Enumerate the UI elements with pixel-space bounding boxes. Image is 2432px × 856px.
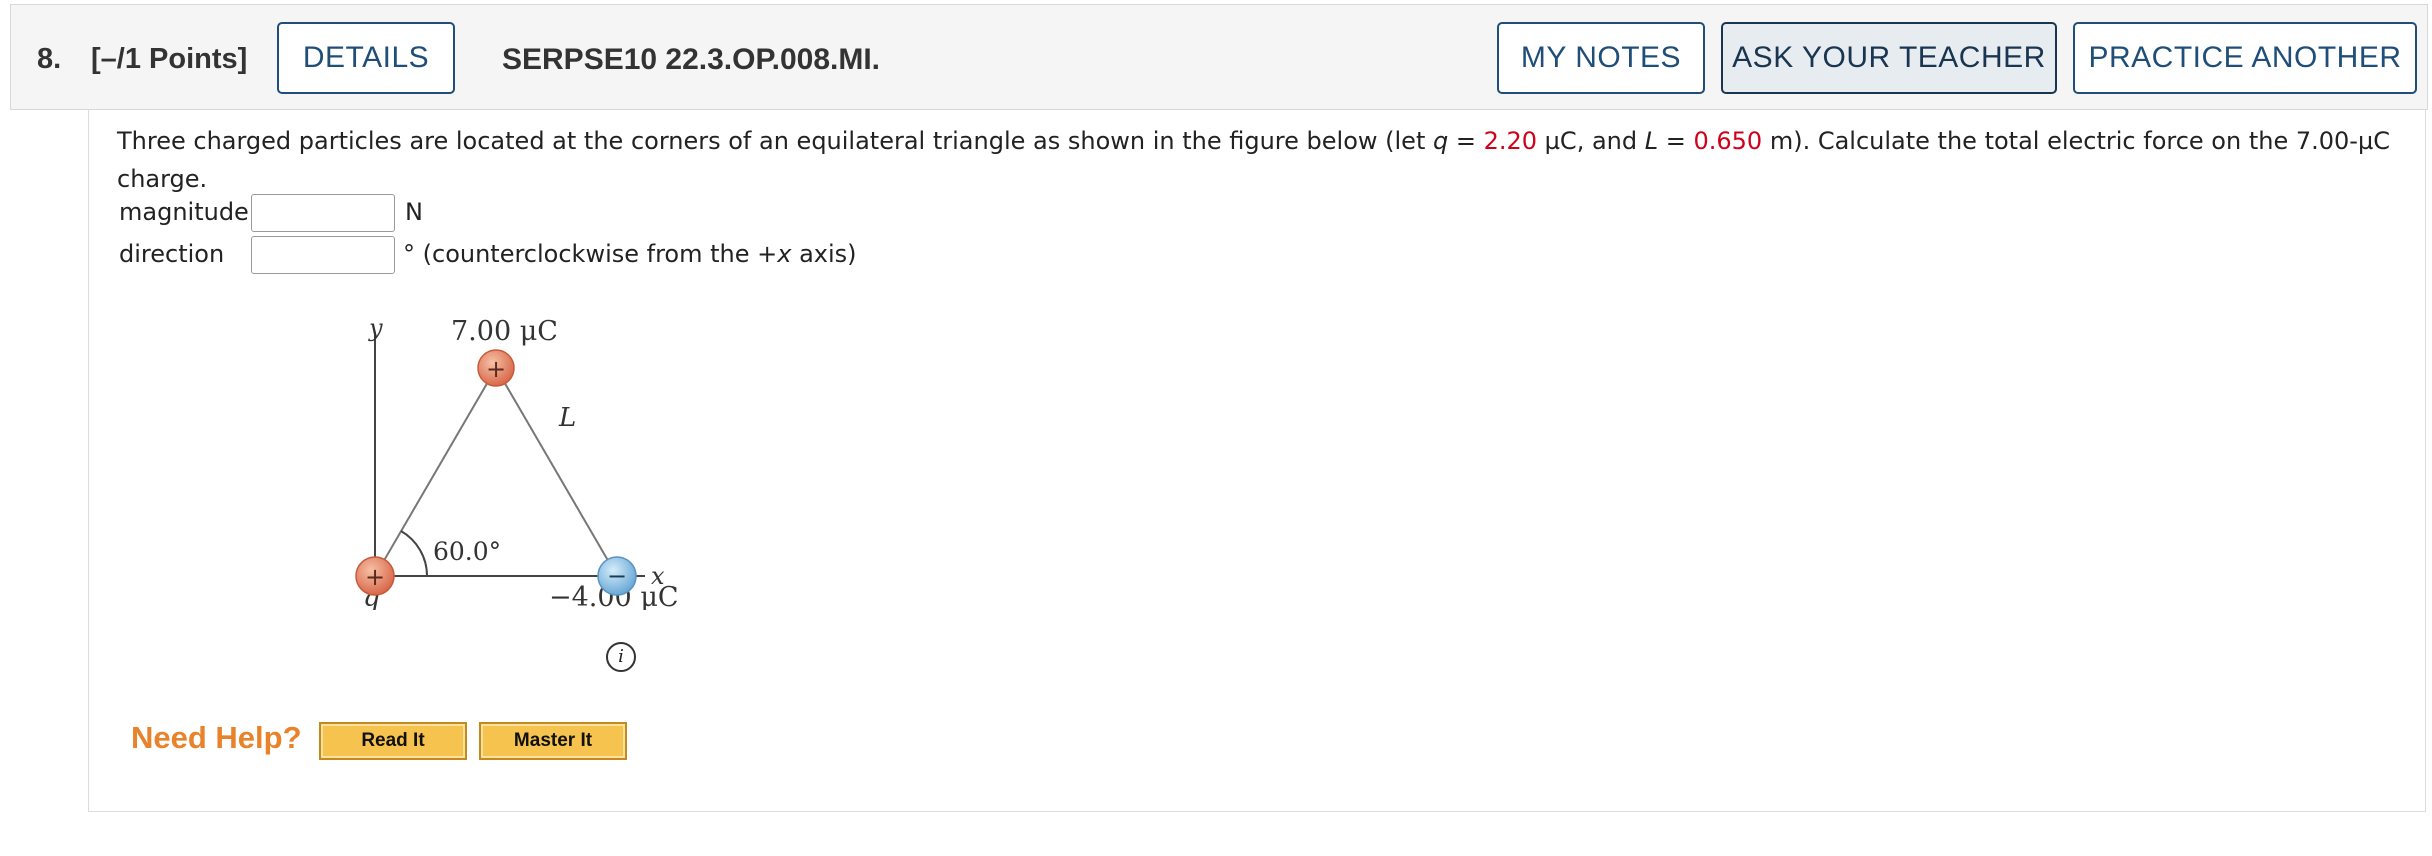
top-charge-label: 7.00 μC [451,316,558,347]
practice-another-button[interactable]: PRACTICE ANOTHER [2073,22,2417,94]
equals-sign: = [1658,127,1694,155]
angle-arc [400,530,428,577]
direction-unit-var: x [777,240,792,268]
details-button[interactable]: DETAILS [277,22,455,94]
y-axis-label: y [368,314,383,342]
angle-label: 60.0° [433,537,501,566]
question-text-part: Three charged particles are located at t… [117,127,1433,155]
read-it-button[interactable]: Read It [319,722,467,760]
magnitude-input[interactable] [251,194,395,232]
direction-unit: ° (counterclockwise from the +x axis) [403,240,857,268]
magnitude-unit: N [405,198,423,226]
question-text-part: µC, and [1537,127,1645,155]
question-header: 8. [–/1 Points] DETAILS SERPSE10 22.3.OP… [10,4,2428,110]
var-l: L [1644,127,1659,155]
positive-charge-top: + [477,349,515,387]
direction-input[interactable] [251,236,395,274]
equals-sign: = [1448,127,1484,155]
svg-text:+: + [365,563,385,591]
magnitude-label: magnitude [119,198,249,226]
side-length-label: L [558,403,576,433]
positive-charge-left: + [355,556,395,596]
triangle-right-side [495,367,618,577]
var-q: q [1432,127,1449,155]
positive-sign: + [486,355,506,383]
question-body: Three charged particles are located at t… [88,110,2426,812]
direction-unit-text: axis) [791,240,857,268]
ask-your-teacher-button[interactable]: ASK YOUR TEACHER [1721,22,2057,94]
q-value: 2.20 [1483,127,1538,155]
negative-charge-right: − [597,556,637,596]
direction-unit-text: ° (counterclockwise from the + [403,240,778,268]
direction-label: direction [119,240,225,268]
charge-triangle-figure: y x 7.00 μC L 60.0° q −4.00 μC + + − [355,314,679,610]
my-notes-button[interactable]: MY NOTES [1497,22,1705,94]
svg-text:−: − [607,562,627,590]
info-icon[interactable]: i [606,642,636,672]
question-points: [–/1 Points] [91,43,248,75]
question-text: Three charged particles are located at t… [117,122,2417,198]
need-help-label: Need Help? [131,720,302,755]
master-it-button[interactable]: Master It [479,722,627,760]
question-code: SERPSE10 22.3.OP.008.MI. [502,43,881,76]
question-number: 8. [37,43,62,75]
l-value: 0.650 [1693,127,1763,155]
